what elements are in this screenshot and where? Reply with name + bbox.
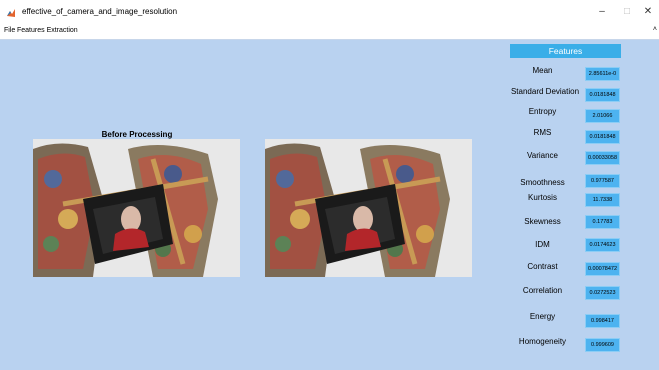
feature-value-smoothness[interactable]: 0.977587 [585,174,620,188]
features-header-button[interactable]: Features [510,44,621,58]
feature-label-correlation: Correlation [522,286,563,295]
menu-bar: File Features Extraction ˄ [0,26,659,39]
feature-value-rms[interactable]: 0.0181848 [585,130,620,144]
before-processing-image [33,139,240,277]
figure-canvas: Before Processing Features Mean 2.85611e… [0,39,659,370]
feature-label-smoothness: Smoothness [520,178,565,187]
feature-label-variance: Variance [527,151,558,160]
feature-value-homogeneity[interactable]: 0.999609 [585,338,620,352]
feature-value-correlation[interactable]: 0.0272523 [585,286,620,300]
after-processing-image [265,139,472,277]
menu-file[interactable]: File [4,27,15,34]
feature-label-rms: RMS [533,128,552,137]
feature-label-standard-deviation: Standard Deviation [510,87,580,96]
feature-value-entropy[interactable]: 2.01066 [585,109,620,123]
minimize-button[interactable]: – [592,5,612,19]
menu-features-extraction[interactable]: Features Extraction [17,27,78,34]
feature-label-mean: Mean [532,66,553,75]
feature-label-entropy: Entropy [528,107,557,116]
feature-label-kurtosis: Kurtosis [528,193,557,202]
feature-value-contrast[interactable]: 0.00078472 [585,262,620,276]
title-bar: effective_of_camera_and_image_resolution… [0,0,659,26]
feature-label-energy: Energy [529,312,556,321]
close-button[interactable]: ✕ [638,5,658,19]
feature-value-idm[interactable]: 0.0174623 [585,238,620,252]
feature-label-skewness: Skewness [524,217,561,226]
feature-value-mean[interactable]: 2.85611e-0 [585,67,620,81]
maximize-button[interactable]: □ [617,5,637,19]
feature-value-kurtosis[interactable]: 11.7338 [585,193,620,207]
feature-label-contrast: Contrast [527,262,558,271]
feature-value-standard-deviation[interactable]: 0.0181848 [585,88,620,102]
window-title: effective_of_camera_and_image_resolution [22,7,178,16]
feature-label-homogeneity: Homogeneity [518,337,567,346]
feature-value-skewness[interactable]: 0.17783 [585,215,620,229]
feature-label-idm: IDM [535,240,550,249]
matlab-app-icon [6,8,16,18]
before-processing-title: Before Processing [101,130,173,139]
feature-value-energy[interactable]: 0.998417 [585,314,620,328]
feature-value-variance[interactable]: 0.00033058 [585,151,620,165]
toolbar-toggle-arrow-icon[interactable]: ˄ [653,26,657,33]
